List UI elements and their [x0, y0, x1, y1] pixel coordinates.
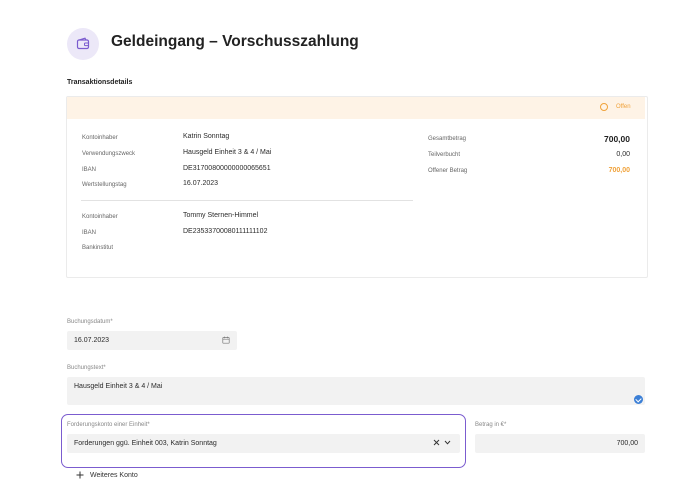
- offener-betrag-value: 700,00: [608, 167, 630, 174]
- betrag-value: 700,00: [616, 440, 638, 447]
- verwendungszweck-label: Verwendungszweck: [82, 151, 136, 157]
- forderungskonto-value: Forderungen ggü. Einheit 003, Katrin Son…: [74, 440, 217, 447]
- check-icon: [634, 395, 643, 404]
- divider: [81, 200, 413, 201]
- forderungskonto-select[interactable]: Forderungen ggü. Einheit 003, Katrin Son…: [67, 434, 460, 453]
- receiver-kontoinhaber-label: Kontoinhaber: [82, 214, 118, 220]
- buchungsdatum-label: Buchungsdatum*: [67, 319, 113, 325]
- teilverbucht-value: 0,00: [616, 151, 630, 158]
- wallet-icon-badge: [67, 28, 99, 60]
- sender-kontoinhaber-label: Kontoinhaber: [82, 135, 118, 141]
- receiver-kontoinhaber-value: Tommy Sternen-Himmel: [183, 212, 259, 219]
- betrag-label: Betrag in €*: [475, 422, 507, 428]
- receiver-iban-value: DE23533700080111111102: [183, 228, 268, 235]
- add-konto-label: Weiteres Konto: [90, 471, 138, 479]
- status-band: [67, 97, 645, 119]
- calendar-icon[interactable]: [222, 336, 230, 344]
- verwendungszweck-value: Hausgeld Einheit 3 & 4 / Mai: [183, 149, 272, 156]
- transaction-card: [66, 96, 648, 278]
- gesamtbetrag-value: 700,00: [604, 134, 630, 144]
- status-circle-icon: [600, 103, 608, 111]
- sender-kontoinhaber-value: Katrin Sonntag: [183, 133, 230, 140]
- offener-betrag-label: Offener Betrag: [428, 168, 468, 174]
- sender-iban-label: IBAN: [82, 167, 97, 173]
- bankinstitut-label: Bankinstitut: [82, 245, 114, 251]
- wallet-icon: [76, 37, 90, 50]
- sender-iban-value: DE31700800000000065651: [183, 165, 271, 172]
- chevron-down-icon[interactable]: [444, 440, 451, 445]
- page-title: Geldeingang – Vorschusszahlung: [111, 33, 359, 50]
- wertstellungstag-value: 16.07.2023: [183, 180, 219, 187]
- gesamtbetrag-label: Gesamtbetrag: [428, 136, 467, 142]
- add-konto-button[interactable]: Weiteres Konto: [76, 471, 138, 479]
- buchungstext-value: Hausgeld Einheit 3 & 4 / Mai: [74, 383, 163, 390]
- buchungstext-label: Buchungstext*: [67, 365, 106, 371]
- receiver-iban-label: IBAN: [82, 230, 97, 236]
- buchungsdatum-field[interactable]: 16.07.2023: [67, 331, 237, 350]
- wertstellungstag-label: Wertstellungstag: [82, 182, 127, 188]
- betrag-input[interactable]: 700,00: [475, 434, 645, 453]
- buchungsdatum-value: 16.07.2023: [74, 337, 110, 344]
- buchungstext-textarea[interactable]: Hausgeld Einheit 3 & 4 / Mai: [67, 377, 645, 405]
- status-badge: Offen: [616, 104, 631, 110]
- clear-icon[interactable]: [433, 439, 440, 446]
- forderungskonto-label: Forderungskonto einer Einheit*: [67, 422, 150, 428]
- section-title: Transaktionsdetails: [67, 79, 133, 86]
- plus-icon: [76, 471, 84, 479]
- teilverbucht-label: Teilverbucht: [428, 152, 461, 158]
